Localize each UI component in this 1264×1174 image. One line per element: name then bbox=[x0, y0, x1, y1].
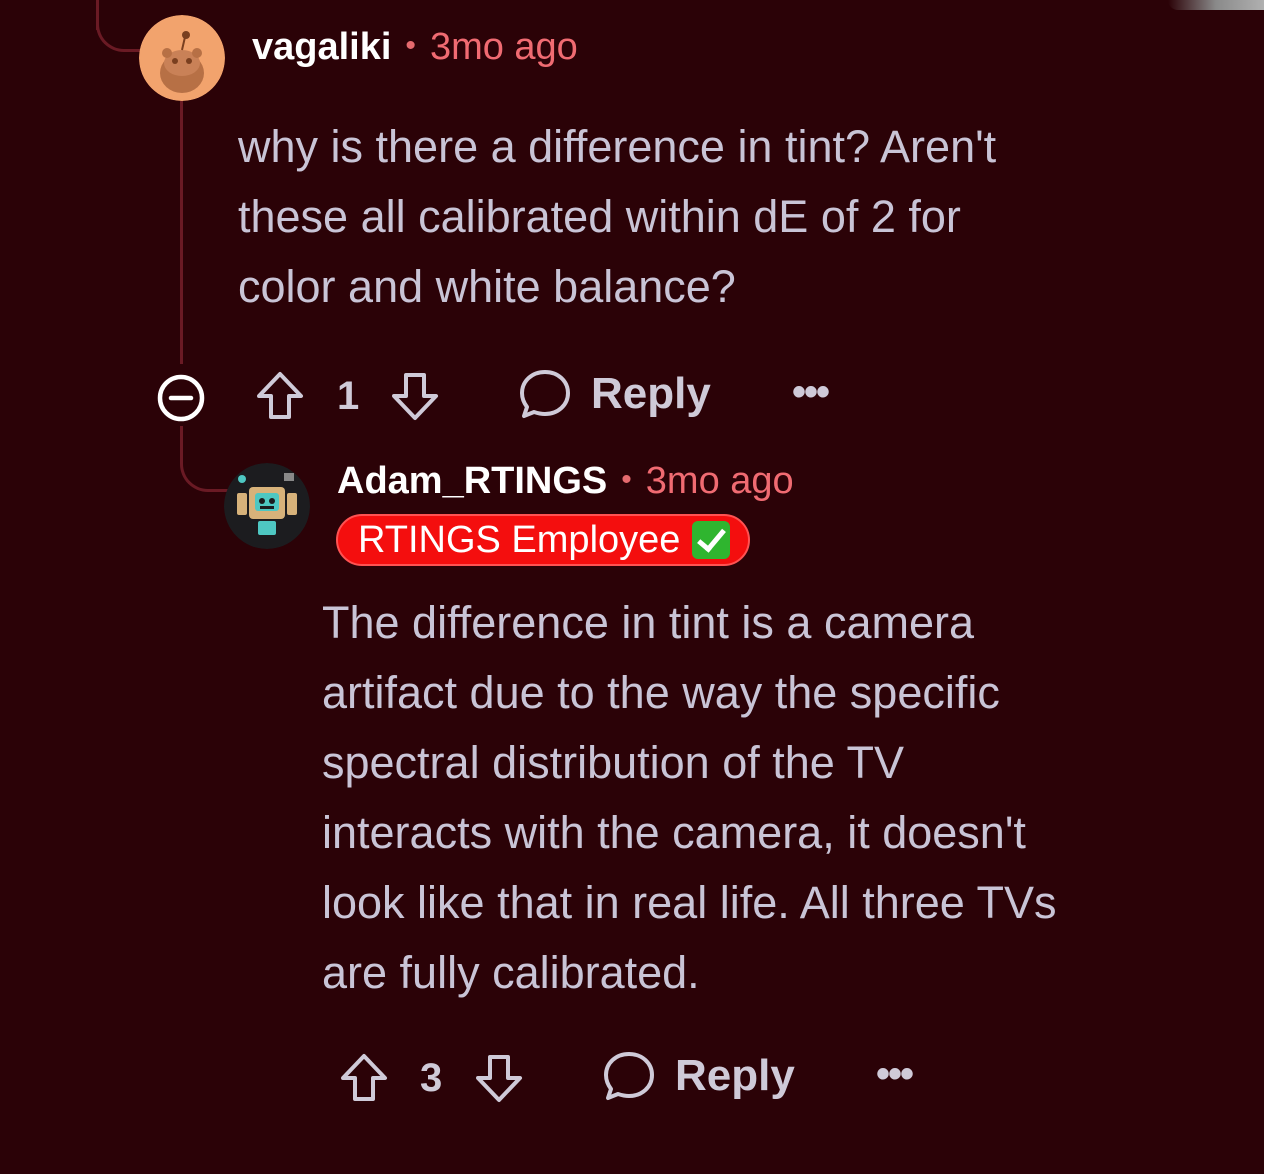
vote-count: 1 bbox=[337, 374, 360, 418]
comment-meta: Adam_RTINGS • 3mo ago bbox=[337, 460, 794, 503]
comment-actions: 1 Reply ••• bbox=[155, 366, 855, 426]
reply-label: Reply bbox=[675, 1051, 795, 1100]
meta-separator: • bbox=[405, 29, 416, 62]
comment-line: color and white balance? bbox=[238, 261, 736, 312]
comment-body: why is there a difference in tint? Aren'… bbox=[238, 112, 996, 322]
comment-line: The difference in tint is a camera bbox=[322, 597, 974, 648]
comment-meta: vagaliki • 3mo ago bbox=[252, 26, 578, 69]
corner-image-fragment bbox=[1168, 0, 1264, 10]
comment-line: spectral distribution of the TV bbox=[322, 737, 904, 788]
meta-separator: • bbox=[621, 463, 632, 496]
reply-button[interactable]: Reply bbox=[601, 1048, 795, 1104]
minus-circle-icon bbox=[157, 374, 205, 422]
comment-line: interacts with the camera, it doesn't bbox=[322, 807, 1026, 858]
timestamp: 3mo ago bbox=[429, 26, 578, 68]
more-options-button[interactable]: ••• bbox=[792, 370, 830, 415]
arrow-up-outline-icon bbox=[341, 1054, 387, 1101]
arrow-down-outline-icon bbox=[476, 1055, 522, 1102]
arrow-up-outline-icon bbox=[257, 372, 303, 419]
collapse-thread-button[interactable] bbox=[155, 372, 207, 424]
reply-label: Reply bbox=[591, 369, 711, 418]
username[interactable]: Adam_RTINGS bbox=[337, 460, 607, 503]
more-options-button[interactable]: ••• bbox=[876, 1052, 914, 1097]
avatar-adam-rtings[interactable] bbox=[224, 463, 310, 549]
thread-line-reply-top bbox=[180, 96, 183, 364]
avatar-vagaliki[interactable] bbox=[139, 15, 225, 101]
thread-line-parent-curve bbox=[96, 0, 146, 52]
checkmark-icon bbox=[692, 521, 731, 559]
comment-body: The difference in tint is a camera artif… bbox=[322, 588, 1057, 1008]
comment-line: are fully calibrated. bbox=[322, 947, 700, 998]
robot-avatar-icon bbox=[224, 463, 310, 549]
upvote-button[interactable] bbox=[253, 368, 307, 424]
thread-line-reply-curve bbox=[180, 440, 232, 492]
username[interactable]: vagaliki bbox=[252, 26, 391, 69]
speech-bubble-icon bbox=[604, 1052, 654, 1100]
vote-count: 3 bbox=[420, 1056, 443, 1100]
upvote-button[interactable] bbox=[337, 1050, 391, 1106]
comment-line: look like that in real life. All three T… bbox=[322, 877, 1057, 928]
comment-actions: 3 Reply ••• bbox=[335, 1048, 935, 1108]
speech-bubble-icon bbox=[520, 370, 570, 418]
downvote-button[interactable] bbox=[388, 368, 442, 424]
downvote-button[interactable] bbox=[472, 1050, 526, 1106]
arrow-down-outline-icon bbox=[392, 373, 438, 420]
flair-label: RTINGS Employee bbox=[358, 519, 681, 561]
reply-button[interactable]: Reply bbox=[517, 366, 711, 422]
user-flair-badge: RTINGS Employee bbox=[336, 514, 751, 566]
comment-line: artifact due to the way the specific bbox=[322, 667, 1000, 718]
snoo-avatar-icon bbox=[139, 15, 225, 101]
timestamp: 3mo ago bbox=[645, 460, 794, 502]
comment-line: why is there a difference in tint? Aren'… bbox=[238, 121, 997, 172]
comment-line: these all calibrated within dE of 2 for bbox=[238, 191, 961, 242]
